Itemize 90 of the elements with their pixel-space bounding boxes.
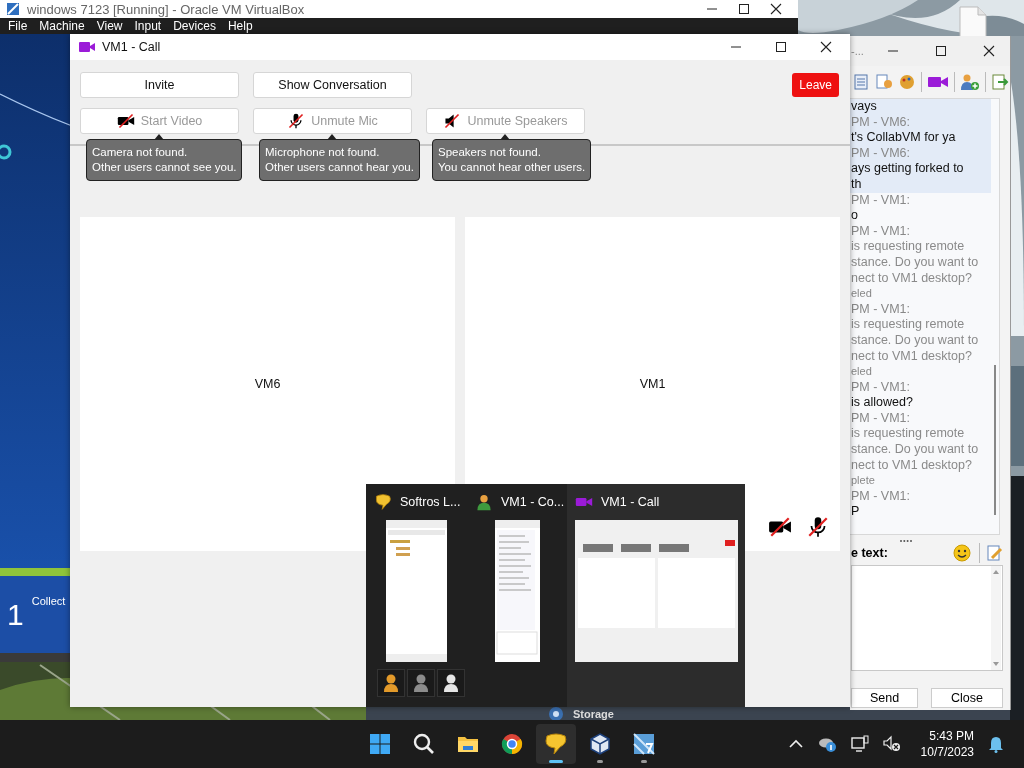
message-status: eled <box>851 364 873 380</box>
participant-name: VM1 <box>639 377 666 391</box>
palette-icon[interactable] <box>898 73 916 91</box>
close-icon[interactable] <box>983 45 995 57</box>
dialog-button[interactable]: Send <box>851 688 918 708</box>
window-title: -... <box>851 45 864 57</box>
message-header: PM - VM1: <box>851 223 912 240</box>
splitter-grip-icon[interactable] <box>899 538 913 544</box>
menu-item[interactable]: View <box>90 19 129 33</box>
speaker-muted-icon[interactable] <box>882 735 901 753</box>
maximize-icon[interactable] <box>738 3 750 15</box>
search-icon <box>412 732 436 756</box>
user-icon <box>475 493 493 511</box>
message-status: eled <box>851 286 873 302</box>
desktop-icon-label[interactable]: Storage <box>573 707 614 721</box>
disk-icon[interactable] <box>548 706 564 722</box>
message-text: P <box>851 504 861 521</box>
message-text: t's CollabVM for ya <box>851 130 957 146</box>
message-status: plete <box>851 473 876 489</box>
message-header: PM - VM1: <box>851 379 912 396</box>
window-app-icon <box>632 732 656 756</box>
message-header: PM - VM6: <box>851 114 912 131</box>
message-text: stance. Do you want to <box>851 442 980 458</box>
message-text: nect to VM1 desktop? <box>851 348 973 365</box>
switcher-item[interactable]: VM1 - Co... <box>467 484 567 707</box>
message-text: vays <box>851 99 878 115</box>
switcher-title: VM1 - Call <box>601 495 660 509</box>
maximize-icon[interactable] <box>775 41 787 53</box>
action-button[interactable]: Show Conversation <box>253 72 412 98</box>
switcher-title: VM1 - Co... <box>501 495 565 509</box>
message-text: stance. Do you want to <box>851 254 980 271</box>
dialog-button[interactable]: Close <box>931 688 1003 708</box>
smiley-icon[interactable] <box>953 544 971 562</box>
window-title: VM1 - Call <box>102 40 161 54</box>
message-text: ays getting forked to <box>851 161 965 177</box>
tooltip: Microphone not found. Other users cannot hear you. <box>259 139 420 181</box>
message-input-field[interactable] <box>851 565 1003 671</box>
action-button[interactable]: Invite <box>80 72 239 98</box>
message-text: is requesting remote <box>851 239 966 255</box>
message-header: PM - VM1: <box>851 301 912 318</box>
compose-label: e text: <box>851 546 888 560</box>
menu-item[interactable]: Help <box>221 19 259 33</box>
browser-icon <box>500 732 524 756</box>
video-camera-icon <box>78 40 96 54</box>
close-icon[interactable] <box>770 3 782 15</box>
mic-off-icon <box>287 112 306 130</box>
message-text: o <box>851 208 859 224</box>
menu-item[interactable]: Machine <box>33 19 91 33</box>
clock-time: 5:43 PM <box>929 728 974 744</box>
message-header: PM - VM6: <box>851 145 912 162</box>
scrollbar[interactable] <box>991 566 1001 670</box>
switcher-title: Softros L... <box>400 495 461 509</box>
message-text: is allowed? <box>851 395 914 411</box>
exit-icon[interactable] <box>991 73 1009 91</box>
start-icon <box>368 732 392 756</box>
tooltip: Speakers not found. You cannot hear other users. <box>432 139 592 181</box>
notification-bell-icon[interactable] <box>988 735 1004 753</box>
message-text: th <box>851 176 863 193</box>
speaker-off-icon <box>443 112 462 130</box>
message-header: PM - VM1: <box>851 410 912 427</box>
chevron-up-icon[interactable] <box>788 739 803 749</box>
message-text: is requesting remote <box>851 317 966 333</box>
message-text: nect to VM1 desktop? <box>851 270 973 287</box>
close-icon[interactable] <box>820 41 832 53</box>
message-header: PM - VM1: <box>851 488 912 505</box>
leave-button[interactable]: Leave <box>792 73 839 97</box>
message-text: is requesting remote <box>851 426 966 443</box>
menu-item[interactable]: File <box>2 19 34 33</box>
clock-date: 10/7/2023 <box>920 744 974 760</box>
network-icon[interactable] <box>850 735 869 753</box>
user-icon[interactable] <box>377 669 405 697</box>
taskbar-button[interactable] <box>536 724 576 764</box>
switcher-item[interactable]: Softros L... <box>366 484 467 707</box>
menu-item[interactable]: Devices <box>167 19 222 33</box>
maximize-icon[interactable] <box>935 45 947 57</box>
tooltip: Camera not found. Other users cannot see you. <box>86 139 243 181</box>
cube-icon <box>588 732 612 756</box>
speech-bubble-icon <box>374 493 392 511</box>
menu-item[interactable]: Input <box>128 19 168 33</box>
user-icon[interactable] <box>437 669 465 697</box>
camera-off-icon <box>116 112 135 130</box>
window-title: windows 7123 [Running] - Oracle VM VirtualBox <box>27 1 305 17</box>
clock[interactable]: 5:43 PM 10/7/2023 <box>920 728 974 760</box>
message-text: nect to VM1 desktop? <box>851 457 973 474</box>
message-header: PM - VM1: <box>851 192 912 209</box>
speech-bubble-icon <box>544 732 568 756</box>
switcher-item[interactable]: VM1 - Call <box>567 484 745 707</box>
participant-name: VM6 <box>254 377 281 391</box>
add-users-icon[interactable] <box>960 73 980 91</box>
message-text: stance. Do you want to <box>851 332 980 349</box>
